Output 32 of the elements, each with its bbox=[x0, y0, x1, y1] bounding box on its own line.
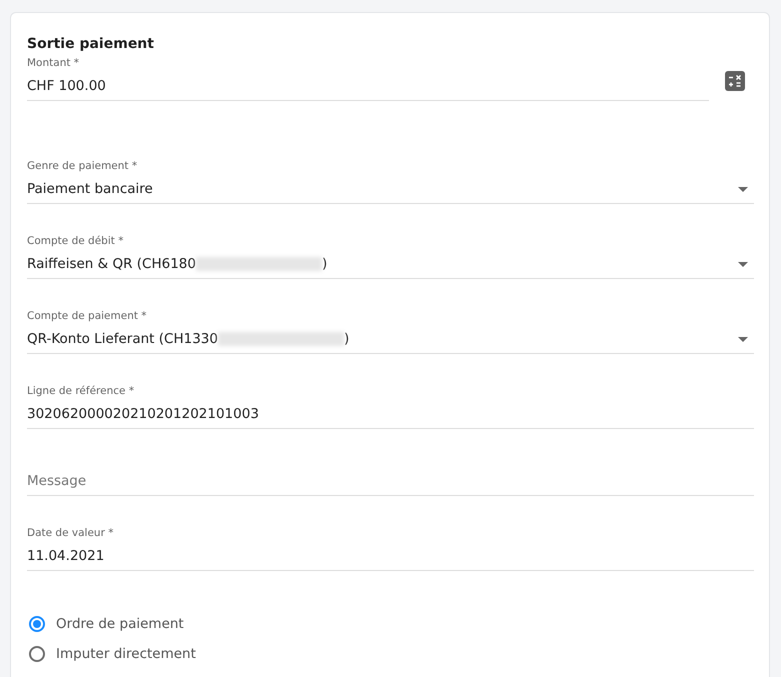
field-label: Compte de débit * bbox=[27, 234, 124, 249]
field-value: Raiffeisen & QR (CH6180 bbox=[27, 255, 196, 274]
field-value: 11.04.2021 bbox=[27, 547, 104, 566]
calculator-icon bbox=[728, 74, 742, 88]
input-field[interactable]: Message bbox=[27, 459, 754, 496]
field-value: ) bbox=[344, 330, 350, 349]
dropdown-caret-icon bbox=[738, 336, 748, 342]
select-field[interactable]: Compte de débit * Raiffeisen & QR (CH6180 ) bbox=[27, 234, 754, 279]
radio-button[interactable] bbox=[29, 646, 45, 662]
radio-button[interactable] bbox=[29, 616, 45, 632]
field-label: Ligne de référence * bbox=[27, 384, 136, 399]
form-title: Sortie paiement bbox=[27, 35, 155, 53]
field-value: QR-Konto Lieferant (CH1330 bbox=[27, 330, 218, 349]
input-field[interactable]: Date de valeur * 11.04.2021 bbox=[27, 526, 754, 571]
select-field[interactable]: Compte de paiement * QR-Konto Lieferant (CH1330 ) bbox=[27, 309, 754, 354]
field-label: Montant * bbox=[27, 56, 80, 71]
radio-label: Ordre de paiement bbox=[56, 615, 184, 634]
select-field[interactable]: Genre de paiement * Paiement bancaire bbox=[27, 159, 754, 204]
field-value: Paiement bancaire bbox=[27, 180, 153, 199]
calculator-button[interactable] bbox=[725, 70, 745, 90]
dropdown-caret-icon bbox=[738, 186, 748, 192]
field-value: CHF 100.00 bbox=[27, 77, 106, 96]
field-label: Compte de paiement * bbox=[27, 309, 148, 324]
field-value: 302062000020210201202101003 bbox=[27, 405, 259, 424]
field-value: ) bbox=[322, 255, 328, 274]
amount-field[interactable]: Montant * CHF 100.00 bbox=[27, 56, 709, 101]
field-label: Date de valeur * bbox=[27, 526, 114, 541]
input-field[interactable]: Ligne de référence * 302062000020210201202101003 bbox=[27, 384, 754, 429]
field-label: Genre de paiement * bbox=[27, 159, 138, 174]
radio-label: Imputer directement bbox=[56, 645, 196, 664]
dropdown-caret-icon bbox=[738, 262, 748, 266]
field-placeholder: Message bbox=[27, 472, 86, 491]
